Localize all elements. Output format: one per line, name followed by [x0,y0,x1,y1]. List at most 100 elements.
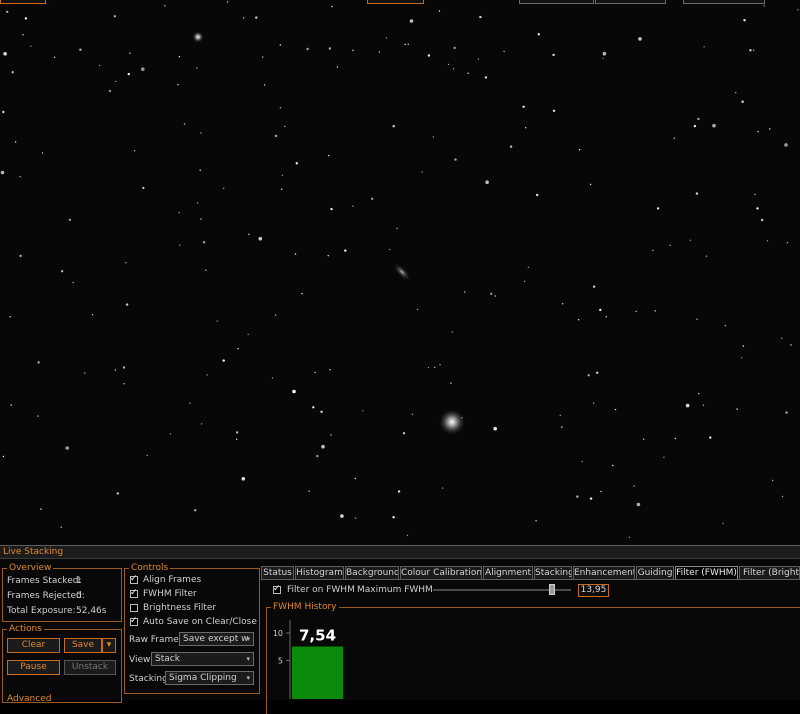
maximum-fwhm-input[interactable]: 13,95 [578,584,609,597]
star [736,408,738,410]
star [30,45,32,47]
star [654,310,656,312]
tab-filter-brightness[interactable]: Filter (Brightness) [739,566,800,579]
star [14,141,17,143]
star [669,244,671,247]
star [247,333,249,336]
filter-on-fwhm-checkbox[interactable] [273,584,281,594]
star [769,128,771,130]
star [703,46,705,48]
star [169,433,172,435]
align-frames-checkbox[interactable] [130,574,138,584]
star [183,123,186,125]
tab-status[interactable]: Status [261,566,294,579]
star [527,266,530,268]
star [222,359,225,362]
save-dropdown-button[interactable]: ▾ [102,638,116,653]
star [279,107,282,109]
star [552,109,556,113]
top-control-1[interactable] [0,0,46,4]
star [397,490,401,493]
frames-rejected-row: Frames Rejected: 0 [7,591,85,601]
star [493,426,498,431]
top-control-4[interactable] [595,0,666,4]
star [378,51,381,53]
star [536,193,539,197]
star [749,49,752,52]
star [327,255,329,257]
chevron-down-icon: ▾ [246,635,250,643]
star [781,495,784,498]
pause-button[interactable]: Pause [7,660,60,675]
star [402,432,406,435]
star [19,176,21,178]
auto-save-checkbox[interactable] [130,616,138,626]
save-button[interactable]: Save [64,638,102,653]
star [2,110,5,114]
star [2,455,5,458]
star [756,207,759,210]
tab-colour-calibration[interactable]: Colour Calibration [400,566,482,579]
star [320,410,323,413]
star [602,51,607,56]
star [274,314,277,316]
star [312,406,315,409]
star [328,47,332,50]
tab-filter-fwhm[interactable]: Filter (FWHM) [675,566,738,579]
auto-save-label: Auto Save on Clear/Close [143,617,257,627]
star [673,137,675,139]
star [223,187,225,189]
star [451,331,453,333]
star [772,479,774,482]
star [421,171,423,173]
live-stack-image[interactable] [0,0,800,545]
star [37,415,39,417]
star [592,402,595,404]
fwhm-filter-label: FWHM Filter [143,589,197,599]
star [392,516,395,519]
overview-legend: Overview [9,563,52,573]
star [123,383,125,385]
star [189,402,191,404]
star [479,15,482,19]
star [411,413,414,415]
star [614,408,617,411]
star [596,371,599,374]
top-control-2[interactable] [367,0,424,4]
star [638,37,642,41]
raw-frames-value: Save except w [183,634,249,644]
star [389,248,391,251]
star [785,411,788,414]
star [330,207,333,211]
top-control-5[interactable] [683,0,765,4]
frames-rejected-label: Frames Rejected: [7,591,85,601]
star [712,123,716,128]
star [724,324,726,327]
view-select[interactable]: Stack ▾ [151,652,254,666]
tab-histogram[interactable]: Histogram [295,566,344,579]
tab-background[interactable]: Background [345,566,399,579]
stacking-select[interactable]: Sigma Clipping ▾ [165,671,254,685]
star [314,371,316,374]
star [452,68,455,70]
tab-alignment[interactable]: Alignment [483,566,533,579]
maximum-fwhm-slider-thumb[interactable] [549,584,555,595]
star [484,76,488,79]
star [447,63,450,66]
tab-guiding[interactable]: Guiding [636,566,674,579]
star [503,50,505,53]
raw-frames-label: Raw Frames [129,635,184,645]
raw-frames-select[interactable]: Save except w ▾ [179,632,254,646]
tab-enhancement[interactable]: Enhancement [573,566,635,579]
advanced-legend[interactable]: Advanced [7,694,51,704]
fwhm-filter-checkbox[interactable] [130,588,138,598]
star [196,67,198,69]
clear-button[interactable]: Clear [7,638,60,653]
star [396,227,398,230]
brightness-filter-checkbox[interactable] [130,604,138,612]
tab-stacking[interactable]: Stacking [534,566,572,579]
star [125,262,127,264]
star [652,249,654,252]
star [628,536,631,538]
top-control-3[interactable] [519,0,594,4]
